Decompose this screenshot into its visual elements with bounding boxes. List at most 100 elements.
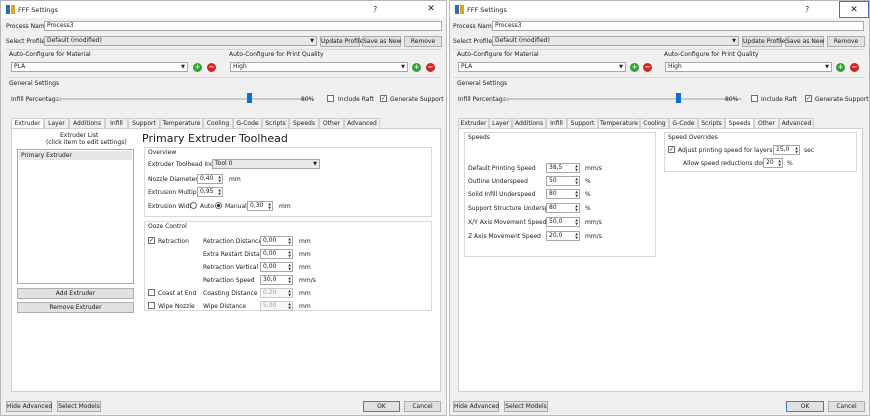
retraction-vertical-lift-input[interactable]: 0,00 ▲ ▼ <box>260 262 293 272</box>
solid-infill-underspeed-input[interactable]: 80 ▲ ▼ <box>546 189 580 199</box>
list-item[interactable]: Primary Extruder <box>19 151 132 160</box>
quality-select[interactable]: High ▼ <box>665 62 832 72</box>
spin-arrows-icon[interactable]: ▲ ▼ <box>288 289 291 297</box>
close-button[interactable]: ✕ <box>839 1 869 18</box>
remove-profile-button[interactable]: Remove <box>827 36 865 47</box>
spin-arrows-icon[interactable]: ▲ ▼ <box>575 177 578 185</box>
include-raft-checkbox[interactable] <box>751 95 758 102</box>
save-as-new-button[interactable]: Save as New <box>362 36 401 47</box>
extra-restart-distance-input[interactable]: 0,00 ▲ ▼ <box>260 249 293 259</box>
infill-slider-track[interactable] <box>502 98 742 100</box>
ok-button[interactable]: OK <box>786 401 824 412</box>
spin-arrows-icon[interactable]: ▲ ▼ <box>795 146 798 154</box>
retraction-speed-input[interactable]: 30,0 ▲ ▼ <box>260 275 293 285</box>
tab-speeds[interactable]: Speeds <box>289 118 319 128</box>
material-select[interactable]: PLA ▼ <box>11 62 188 72</box>
extruder-list[interactable]: Primary Extruder <box>17 149 134 284</box>
hide-advanced-button[interactable]: Hide Advanced <box>6 401 52 412</box>
select-models-button[interactable]: Select Models <box>57 401 101 412</box>
hide-advanced-button[interactable]: Hide Advanced <box>453 401 499 412</box>
remove-material-icon[interactable]: − <box>207 63 216 72</box>
wipe-distance-input[interactable]: 5,00 ▲ ▼ <box>260 301 293 311</box>
tab-scripts[interactable]: Scripts <box>698 118 725 128</box>
spin-arrows-icon[interactable]: ▲ ▼ <box>575 204 578 212</box>
support-structure-underspeed-input[interactable]: 80 ▲ ▼ <box>546 203 580 213</box>
remove-extruder-button[interactable]: Remove Extruder <box>17 302 134 313</box>
spin-arrows-icon[interactable]: ▲ ▼ <box>575 218 578 226</box>
spin-arrows-icon[interactable]: ▲ ▼ <box>575 190 578 198</box>
nozzle-diameter-input[interactable]: 0,40 ▲ ▼ <box>197 174 223 184</box>
save-as-new-button[interactable]: Save as New <box>785 36 824 47</box>
z-axis-movement-speed-input[interactable]: 20,0 ▲ ▼ <box>546 231 580 241</box>
tab-support[interactable]: Support <box>567 118 598 128</box>
update-profile-button[interactable]: Update Profile <box>320 36 363 47</box>
process-name-input[interactable]: Process3 <box>492 21 864 31</box>
tab-other[interactable]: Other <box>754 118 779 128</box>
material-select[interactable]: PLA ▼ <box>458 62 626 72</box>
help-button[interactable]: ? <box>805 5 809 14</box>
toolhead-index-select[interactable]: Tool 0 ▼ <box>212 159 320 169</box>
generate-support-checkbox[interactable]: ✓ <box>380 95 387 102</box>
infill-slider-handle[interactable] <box>247 93 252 103</box>
remove-profile-button[interactable]: Remove <box>404 36 442 47</box>
add-material-icon[interactable]: + <box>630 63 639 72</box>
adjust-speed-checkbox[interactable]: ✓ <box>668 146 675 153</box>
adjust-speed-input[interactable]: 15,0 ▲ ▼ <box>773 145 800 155</box>
spin-arrows-icon[interactable]: ▲ ▼ <box>288 237 291 245</box>
coasting-distance-input[interactable]: 0,20 ▲ ▼ <box>260 288 293 298</box>
coast-at-end-checkbox[interactable] <box>148 289 155 296</box>
spin-arrows-icon[interactable]: ▲ ▼ <box>575 164 578 172</box>
xy-axis-movement-speed-input[interactable]: 50,0 ▲ ▼ <box>546 217 580 227</box>
spin-arrows-icon[interactable]: ▲ ▼ <box>778 159 781 167</box>
include-raft-checkbox[interactable] <box>327 95 334 102</box>
ok-button[interactable]: OK <box>363 401 400 412</box>
tab-g-code[interactable]: G-Code <box>233 118 262 128</box>
remove-quality-icon[interactable]: − <box>850 63 859 72</box>
retraction-distance-input[interactable]: 0,00 ▲ ▼ <box>260 236 293 246</box>
remove-quality-icon[interactable]: − <box>426 63 435 72</box>
update-profile-button[interactable]: Update Profile <box>742 36 785 47</box>
tab-temperature[interactable]: Temperature <box>160 118 203 128</box>
spin-arrows-icon[interactable]: ▲ ▼ <box>218 188 221 196</box>
tab-extruder[interactable]: Extruder <box>458 118 489 128</box>
spin-arrows-icon[interactable]: ▲ ▼ <box>575 232 578 240</box>
close-button[interactable]: ✕ <box>416 1 446 18</box>
spin-arrows-icon[interactable]: ▲ ▼ <box>268 202 271 210</box>
tab-infill[interactable]: Infill <box>105 118 128 128</box>
tab-temperature[interactable]: Temperature <box>598 118 640 128</box>
process-name-input[interactable]: Process3 <box>44 21 442 31</box>
outline-underspeed-input[interactable]: 50 ▲ ▼ <box>546 176 580 186</box>
tab-layer[interactable]: Layer <box>489 118 512 128</box>
profile-select[interactable]: Default (modified) ▼ <box>44 36 317 46</box>
add-extruder-button[interactable]: Add Extruder <box>17 288 134 299</box>
spin-arrows-icon[interactable]: ▲ ▼ <box>218 175 221 183</box>
spin-arrows-icon[interactable]: ▲ ▼ <box>288 276 291 284</box>
tab-infill[interactable]: Infill <box>546 118 567 128</box>
spin-arrows-icon[interactable]: ▲ ▼ <box>288 250 291 258</box>
add-material-icon[interactable]: + <box>193 63 202 72</box>
tab-advanced[interactable]: Advanced <box>779 118 814 128</box>
tab-cooling[interactable]: Cooling <box>640 118 669 128</box>
profile-select[interactable]: Default (modified) ▼ <box>492 36 739 46</box>
retraction-checkbox[interactable]: ✓ <box>148 237 155 244</box>
infill-slider-handle[interactable] <box>676 93 681 103</box>
extrusion-multiplier-input[interactable]: 0,95 ▲ ▼ <box>197 187 223 197</box>
remove-material-icon[interactable]: − <box>643 63 652 72</box>
add-quality-icon[interactable]: + <box>412 63 421 72</box>
allow-reductions-input[interactable]: 20 ▲ ▼ <box>763 158 783 168</box>
manual-radio[interactable] <box>215 202 222 209</box>
wipe-nozzle-checkbox[interactable] <box>148 302 155 309</box>
spin-arrows-icon[interactable]: ▲ ▼ <box>288 263 291 271</box>
cancel-button[interactable]: Cancel <box>404 401 441 412</box>
tab-additions[interactable]: Additions <box>69 118 105 128</box>
tab-cooling[interactable]: Cooling <box>203 118 233 128</box>
cancel-button[interactable]: Cancel <box>828 401 865 412</box>
quality-select[interactable]: High ▼ <box>230 62 408 72</box>
help-button[interactable]: ? <box>373 5 377 14</box>
tab-additions[interactable]: Additions <box>512 118 546 128</box>
generate-support-checkbox[interactable]: ✓ <box>805 95 812 102</box>
tab-support[interactable]: Support <box>128 118 160 128</box>
tab-other[interactable]: Other <box>319 118 344 128</box>
default-printing-speed-input[interactable]: 38,5 ▲ ▼ <box>546 163 580 173</box>
tab-g-code[interactable]: G-Code <box>669 118 698 128</box>
